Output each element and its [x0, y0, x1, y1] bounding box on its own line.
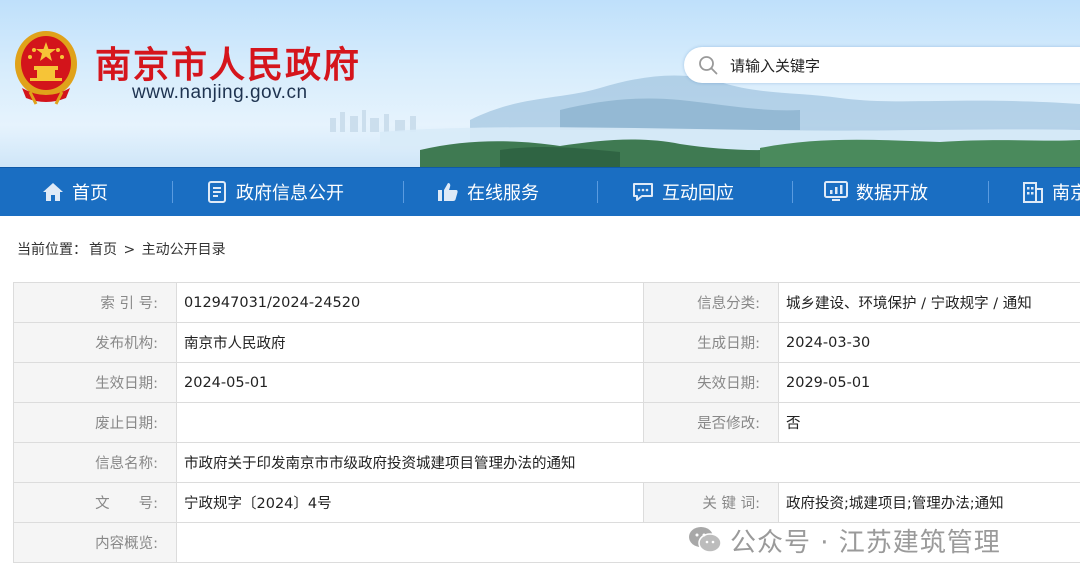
wechat-icon: [689, 527, 722, 553]
chat-icon: [633, 183, 653, 201]
breadcrumb-separator: >: [123, 242, 136, 258]
table-row: 废止日期: 是否修改: 否: [13, 402, 1080, 443]
table-row: 信息名称: 市政府关于印发南京市市级政府投资城建项目管理办法的通知: [13, 442, 1080, 483]
nav-item-gov-info[interactable]: 政府信息公开: [206, 168, 344, 216]
category-value: 城乡建设、环境保护 / 宁政规字 / 通知: [778, 282, 1080, 323]
index-no-label: 索 引 号:: [13, 282, 177, 323]
summary-label: 内容概览:: [13, 522, 177, 563]
nav-divider: [597, 181, 598, 203]
expiry-date-value: 2029-05-01: [778, 362, 1080, 403]
search-input[interactable]: [728, 51, 1080, 81]
watermark-text: 公众号 · 江苏建筑管理: [730, 527, 1001, 558]
created-date-label: 生成日期:: [643, 322, 779, 363]
created-date-value: 2024-03-30: [778, 322, 1080, 363]
nav-item-label: 数据开放: [856, 183, 928, 204]
search-box[interactable]: [684, 47, 1080, 83]
home-icon: [43, 183, 63, 201]
thumbs-up-icon: [438, 183, 458, 201]
nav-divider: [172, 181, 173, 203]
table-row: 文 号: 宁政规字〔2024〕4号 关 键 词: 政府投资;城建项目;管理办法;…: [13, 482, 1080, 523]
nav-item-nanjing[interactable]: 南京: [1022, 168, 1080, 216]
breadcrumb-prefix: 当前位置：: [17, 242, 87, 258]
nav-item-online-service[interactable]: 在线服务: [437, 168, 539, 216]
table-row: 发布机构: 南京市人民政府 生成日期: 2024-03-30: [13, 322, 1080, 363]
header-banner: 南京市人民政府 www.nanjing.gov.cn: [0, 0, 1080, 167]
info-name-value: 市政府关于印发南京市市级政府投资城建项目管理办法的通知: [176, 442, 1080, 483]
keywords-label: 关 键 词:: [643, 482, 779, 523]
nav-item-label: 南京: [1052, 183, 1080, 204]
doc-no-value: 宁政规字〔2024〕4号: [176, 482, 644, 523]
nav-divider: [792, 181, 793, 203]
breadcrumb-current[interactable]: 主动公开目录: [142, 242, 226, 258]
nav-divider: [403, 181, 404, 203]
nav-item-interaction[interactable]: 互动回应: [632, 168, 734, 216]
national-emblem-icon: [15, 31, 77, 105]
nav-item-label: 在线服务: [467, 183, 539, 204]
nav-divider: [988, 181, 989, 203]
search-icon[interactable]: [698, 55, 718, 75]
expiry-date-label: 失效日期:: [643, 362, 779, 403]
doc-no-label: 文 号:: [13, 482, 177, 523]
keywords-value: 政府投资;城建项目;管理办法;通知: [778, 482, 1080, 523]
monitor-icon: [824, 181, 848, 201]
nav-item-home[interactable]: 首页: [42, 168, 108, 216]
site-url[interactable]: www.nanjing.gov.cn: [132, 82, 308, 104]
index-no-value: 012947031/2024-24520: [176, 282, 644, 323]
nav-item-open-data[interactable]: 数据开放: [824, 168, 928, 216]
breadcrumb: 当前位置： 首页 > 主动公开目录: [17, 239, 228, 259]
wechat-watermark: 公众号 · 江苏建筑管理: [688, 522, 1001, 558]
breadcrumb-home-link[interactable]: 首页: [89, 242, 117, 258]
category-label: 信息分类:: [643, 282, 779, 323]
table-row: 生效日期: 2024-05-01 失效日期: 2029-05-01: [13, 362, 1080, 403]
building-icon: [1023, 182, 1043, 203]
info-name-label: 信息名称:: [13, 442, 177, 483]
abolish-date-label: 废止日期:: [13, 402, 177, 443]
table-row: 索 引 号: 012947031/2024-24520 信息分类: 城乡建设、环…: [13, 282, 1080, 323]
effective-date-label: 生效日期:: [13, 362, 177, 403]
document-icon: [208, 181, 226, 203]
abolish-date-value: [176, 402, 644, 443]
nav-item-label: 政府信息公开: [236, 183, 344, 204]
main-nav: 首页 政府信息公开 在线服务 互动回应 数据开放 南京: [0, 167, 1080, 216]
publisher-value: 南京市人民政府: [176, 322, 644, 363]
modified-label: 是否修改:: [643, 402, 779, 443]
site-title[interactable]: 南京市人民政府: [95, 36, 361, 88]
modified-value: 否: [778, 402, 1080, 443]
effective-date-value: 2024-05-01: [176, 362, 644, 403]
nav-item-label: 首页: [72, 183, 108, 204]
nav-item-label: 互动回应: [662, 183, 734, 204]
publisher-label: 发布机构:: [13, 322, 177, 363]
